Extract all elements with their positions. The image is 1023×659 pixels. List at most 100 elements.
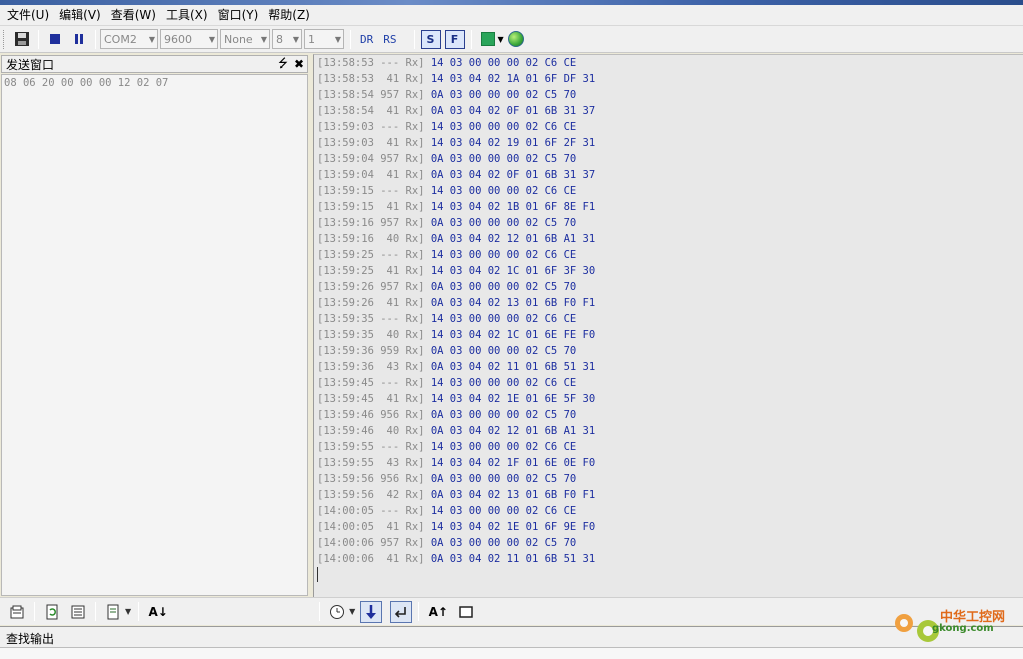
log-direction: Rx]: [405, 201, 425, 213]
menu-item[interactable]: 查看(W): [106, 5, 161, 26]
menu-item[interactable]: 编辑(V): [54, 5, 106, 26]
log-line: [14:00:05 --- Rx] 14 03 00 00 00 02 C6 C…: [314, 503, 1023, 519]
menu-item[interactable]: 工具(X): [161, 5, 213, 26]
log-direction: Rx]: [405, 537, 425, 549]
log-direction: Rx]: [405, 329, 425, 341]
log-time: [13:59:03: [317, 137, 374, 149]
log-line: [13:59:25 41 Rx] 14 03 04 02 1C 01 6F 3F…: [314, 263, 1023, 279]
chevron-down-icon[interactable]: ▼: [125, 607, 131, 616]
save-button[interactable]: [11, 28, 33, 50]
log-hex: 14 03 00 00 00 02 C6 CE: [430, 57, 577, 69]
log-time: [13:59:56: [317, 489, 374, 501]
list-icon: [71, 605, 85, 618]
log-time: [13:59:04: [317, 169, 374, 181]
log-direction: Rx]: [405, 105, 425, 117]
globe-button[interactable]: [505, 28, 527, 50]
log-time: [13:59:45: [317, 377, 374, 389]
log-direction: Rx]: [405, 249, 425, 261]
log-ms: 957: [380, 217, 400, 229]
receive-log[interactable]: [13:58:53 --- Rx] 14 03 00 00 00 02 C6 C…: [313, 54, 1023, 597]
log-line: [13:59:26 957 Rx] 0A 03 00 00 00 02 C5 7…: [314, 279, 1023, 295]
parity-select[interactable]: None ▼: [220, 29, 270, 49]
pause-button[interactable]: [68, 28, 90, 50]
green-square-icon: [480, 32, 495, 46]
stopbits-select[interactable]: 1 ▼: [304, 29, 344, 49]
log-ms: 41: [386, 521, 400, 533]
autoscroll-button[interactable]: [360, 600, 383, 623]
log-line: [13:58:53 --- Rx] 14 03 00 00 00 02 C6 C…: [314, 55, 1023, 71]
menu-bar: 文件(U) 编辑(V) 查看(W) 工具(X) 窗口(Y) 帮助(Z): [0, 5, 1023, 26]
log-ms: 41: [386, 169, 400, 181]
log-time: [13:59:45: [317, 393, 374, 405]
log-line: [13:59:16 957 Rx] 0A 03 00 00 00 02 C5 7…: [314, 215, 1023, 231]
log-ms: 957: [380, 153, 400, 165]
log-direction: Rx]: [405, 457, 425, 469]
baud-select[interactable]: 9600 ▼: [160, 29, 218, 49]
chevron-down-icon[interactable]: ▼: [498, 35, 504, 44]
pin-icon[interactable]: ⭍: [275, 54, 291, 75]
document-button[interactable]: [102, 601, 124, 623]
log-line: [13:59:36 959 Rx] 0A 03 00 00 00 02 C5 7…: [314, 343, 1023, 359]
toolbar-separator: [95, 602, 96, 621]
log-time: [13:59:25: [317, 249, 374, 261]
log-ms: ---: [380, 121, 400, 133]
menu-item[interactable]: 帮助(Z): [263, 5, 315, 26]
log-time: [14:00:06: [317, 537, 374, 549]
log-ms: 43: [386, 361, 400, 373]
log-direction: Rx]: [405, 137, 425, 149]
menu-item[interactable]: 窗口(Y): [213, 5, 264, 26]
stop-icon: [50, 34, 60, 44]
close-icon[interactable]: ✖: [291, 57, 307, 71]
newline-button[interactable]: [390, 600, 413, 623]
sort-descending-button[interactable]: A↓: [145, 601, 171, 623]
databits-value: 8: [276, 32, 283, 46]
send-input[interactable]: 08 06 20 00 00 00 12 02 07: [1, 74, 308, 596]
refresh-button[interactable]: [41, 601, 63, 623]
log-direction: Rx]: [405, 521, 425, 533]
rs-signal[interactable]: RS: [383, 33, 396, 46]
menu-item[interactable]: 文件(U): [2, 5, 54, 26]
log-hex: 14 03 04 02 1E 01 6F 9E F0: [430, 521, 596, 533]
stop-button[interactable]: [44, 28, 66, 50]
log-hex: 0A 03 04 02 13 01 6B F0 F1: [430, 489, 596, 501]
log-direction: Rx]: [405, 425, 425, 437]
send-window-title: 发送窗口: [6, 57, 55, 72]
find-output-content[interactable]: [0, 647, 1023, 659]
color-button[interactable]: [477, 28, 499, 50]
toolbar-grip[interactable]: [3, 29, 6, 49]
log-direction: Rx]: [405, 313, 425, 325]
log-hex: 0A 03 04 02 12 01 6B A1 31: [430, 233, 596, 245]
stopbits-value: 1: [308, 32, 315, 46]
log-direction: Rx]: [405, 169, 425, 181]
s-toggle-button[interactable]: S: [420, 29, 441, 49]
dr-signal[interactable]: DR: [360, 33, 373, 46]
databits-select[interactable]: 8 ▼: [272, 29, 302, 49]
log-direction: Rx]: [405, 233, 425, 245]
port-select[interactable]: COM2 ▼: [100, 29, 158, 49]
send-window-pane: 发送窗口 ⭍ ✖ 08 06 20 00 00 00 12 02 07: [0, 54, 311, 597]
log-ms: 41: [386, 553, 400, 565]
pause-icon: [75, 34, 83, 44]
chevron-down-icon: ▼: [334, 34, 341, 44]
window-button[interactable]: [455, 601, 477, 623]
list-view-button[interactable]: [67, 601, 89, 623]
chevron-down-icon[interactable]: ▼: [349, 607, 355, 616]
log-time: [13:59:36: [317, 345, 374, 357]
log-ms: 42: [386, 489, 400, 501]
log-line: [14:00:05 41 Rx] 14 03 04 02 1E 01 6F 9E…: [314, 519, 1023, 535]
log-line: [13:59:15 --- Rx] 14 03 00 00 00 02 C6 C…: [314, 183, 1023, 199]
log-direction: Rx]: [405, 185, 425, 197]
log-direction: Rx]: [405, 361, 425, 373]
log-ms: 40: [386, 425, 400, 437]
log-time: [13:59:55: [317, 441, 374, 453]
log-hex: 14 03 00 00 00 02 C6 CE: [430, 185, 577, 197]
f-toggle-button[interactable]: F: [444, 29, 465, 49]
timestamp-button[interactable]: [326, 601, 348, 623]
properties-button[interactable]: [6, 601, 28, 623]
log-hex: 0A 03 00 00 00 02 C5 70: [430, 153, 577, 165]
toolbar-separator: [34, 602, 35, 621]
log-line: [13:59:45 --- Rx] 14 03 00 00 00 02 C6 C…: [314, 375, 1023, 391]
log-hex: 0A 03 04 02 11 01 6B 51 31: [430, 553, 596, 565]
log-direction: Rx]: [405, 297, 425, 309]
sort-ascending-button[interactable]: A↑: [425, 601, 451, 623]
